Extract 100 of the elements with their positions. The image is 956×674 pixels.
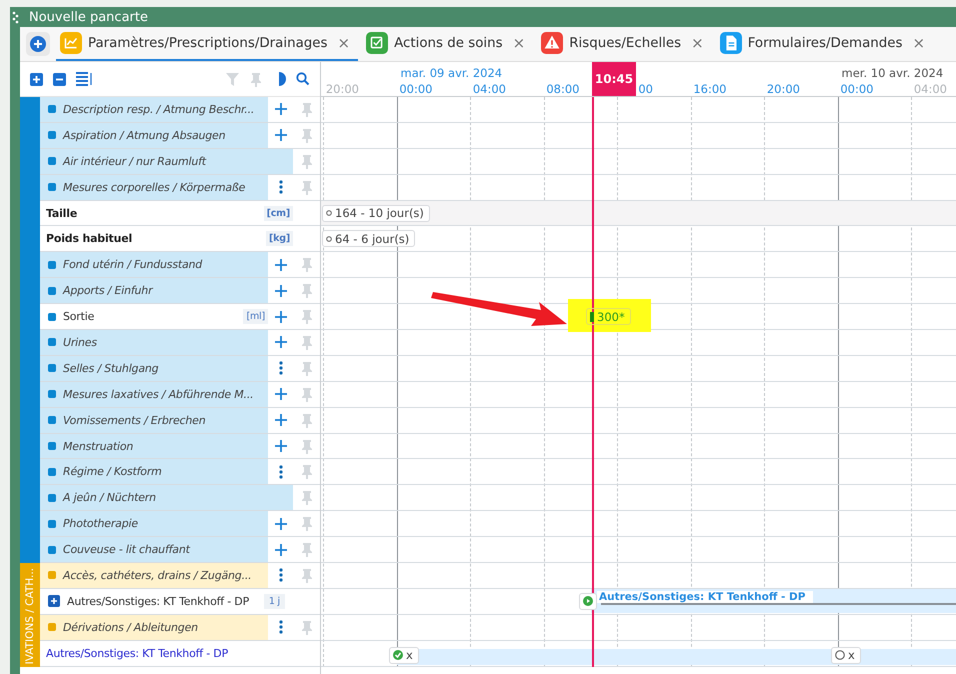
plus-icon[interactable] [274,388,286,400]
row-label[interactable]: Menstruation [40,434,268,458]
row-label[interactable]: Fond utérin / Fundusstand [40,252,268,278]
time-label: 00:00 [398,82,432,96]
plus-icon [30,36,46,52]
plus-icon[interactable] [274,336,286,348]
more-icon[interactable] [278,620,282,634]
tab[interactable]: Risques/Echelles × [537,27,712,61]
plus-icon[interactable] [274,103,286,116]
bullet-icon [48,105,56,114]
tab[interactable]: Actions de soins × [362,27,534,61]
row-label[interactable]: Phototherapie [40,511,268,536]
row-label[interactable]: Urines [40,330,268,355]
time-label: 20:00 [766,82,800,96]
row-label[interactable]: Selles / Stuhlgang [40,356,268,381]
entry-chip[interactable]: 64 - 6 jour(s) [322,230,416,248]
bar-icon [590,312,594,322]
list-icon[interactable] [76,72,92,86]
play-icon [583,596,593,606]
plus-icon[interactable] [274,284,286,297]
add-tab-button[interactable] [26,32,50,56]
bullet-icon [48,468,56,476]
bullet-icon [48,442,56,450]
bullet-icon [48,338,56,346]
circle-icon [326,210,332,216]
row-label[interactable]: Apports / Einfuhr [40,278,268,304]
time-label: 00 [637,82,653,96]
bar-label: Autres/Sonstiges: KT Tenkhoff - DP [597,590,814,603]
bullet-icon [48,260,56,269]
bullet-icon [48,157,56,166]
unit-label: [ml] [243,309,268,324]
row-label[interactable]: Vomissements / Erbrechen [40,408,268,433]
time-label: 00:00 [840,82,874,96]
circle-icon [326,236,332,242]
section-title: IVATIONS / CATH... [24,568,36,667]
expand-all-icon[interactable] [30,72,43,86]
window-title: Nouvelle pancarte [29,10,148,24]
row-label[interactable]: Mesures corporelles / Körpermaße [40,174,268,200]
time-label: 20:00 [325,82,359,96]
unit-label: [cm] [264,206,293,220]
current-time-badge: 10:45 [592,62,636,96]
more-icon[interactable] [278,464,282,479]
bullet-icon [48,416,56,424]
row-label[interactable]: Poids habituel [kg] [40,226,293,252]
time-label: 08:00 [546,82,580,96]
row-label[interactable]: Autres/Sonstiges: KT Tenkhoff - DP [40,640,293,666]
row-label[interactable]: Dérivations / Ableitungen [40,614,268,640]
plus-icon[interactable] [274,414,286,426]
bullet-icon [48,286,56,295]
search-icon[interactable] [296,72,310,86]
date-label: mar. 09 avr. 2024 [400,66,502,80]
close-tab-button[interactable]: × [689,34,706,52]
row-label[interactable]: Air intérieur / nur Raumluft [40,148,293,174]
duration-badge: 1 j [264,594,285,609]
drag-handle-icon[interactable] [12,10,19,24]
bullet-icon [48,390,56,398]
more-icon[interactable] [278,180,282,194]
plus-icon[interactable] [274,440,286,452]
bullet-icon [48,520,56,528]
circle-icon [835,650,845,660]
entry-chip[interactable]: 164 - 10 jour(s) [322,204,430,222]
bullet-icon [48,183,56,192]
row-label[interactable]: Couveuse - lit chauffant [40,537,268,562]
expand-icon[interactable] [48,595,60,608]
more-icon[interactable] [278,568,282,582]
bullet-icon [48,546,56,554]
plus-icon[interactable] [274,544,286,556]
start-marker[interactable] [579,592,597,610]
entry-chip[interactable]: x [831,646,861,664]
row-label[interactable]: Sortie [ml] [40,304,268,330]
check-icon [393,650,403,660]
plus-icon[interactable] [274,129,286,142]
bullet-icon [48,571,56,580]
bullet-icon [48,131,56,140]
close-tab-button[interactable]: × [910,34,928,52]
collapse-all-icon[interactable] [53,72,66,86]
row-label[interactable]: Aspiration / Atmung Absaugen [40,122,268,148]
time-label: 16:00 [692,82,726,96]
time-label: 04:00 [472,82,506,96]
bullet-icon [48,623,56,632]
row-label[interactable]: Description resp. / Atmung Beschr... [40,97,268,122]
more-icon[interactable] [278,361,282,376]
row-label[interactable]: Taille [cm] [40,200,293,226]
row-label[interactable]: Régime / Kostform [40,459,268,484]
bullet-icon [48,494,56,502]
row-label[interactable]: A jeûn / Nüchtern [40,485,293,510]
row-label[interactable]: Autres/Sonstiges: KT Tenkhoff - DP 1 j [40,588,293,614]
plus-icon[interactable] [274,310,286,323]
close-tab-button[interactable]: × [336,34,352,52]
date-label: mer. 10 avr. 2024 [842,66,944,80]
plus-icon[interactable] [274,518,286,530]
entry-chip[interactable]: x [389,646,419,664]
tab[interactable]: Formulaires/Demandes × [716,27,934,61]
close-tab-button[interactable]: × [510,34,528,52]
plus-icon[interactable] [274,258,286,271]
row-label[interactable]: Accès, cathéters, drains / Zugäng... [40,563,268,588]
bullet-icon [48,364,56,372]
row-label[interactable]: Mesures laxatives / Abführende M... [40,382,268,407]
time-label: 04:00 [913,82,947,96]
bullet-icon [48,312,56,321]
